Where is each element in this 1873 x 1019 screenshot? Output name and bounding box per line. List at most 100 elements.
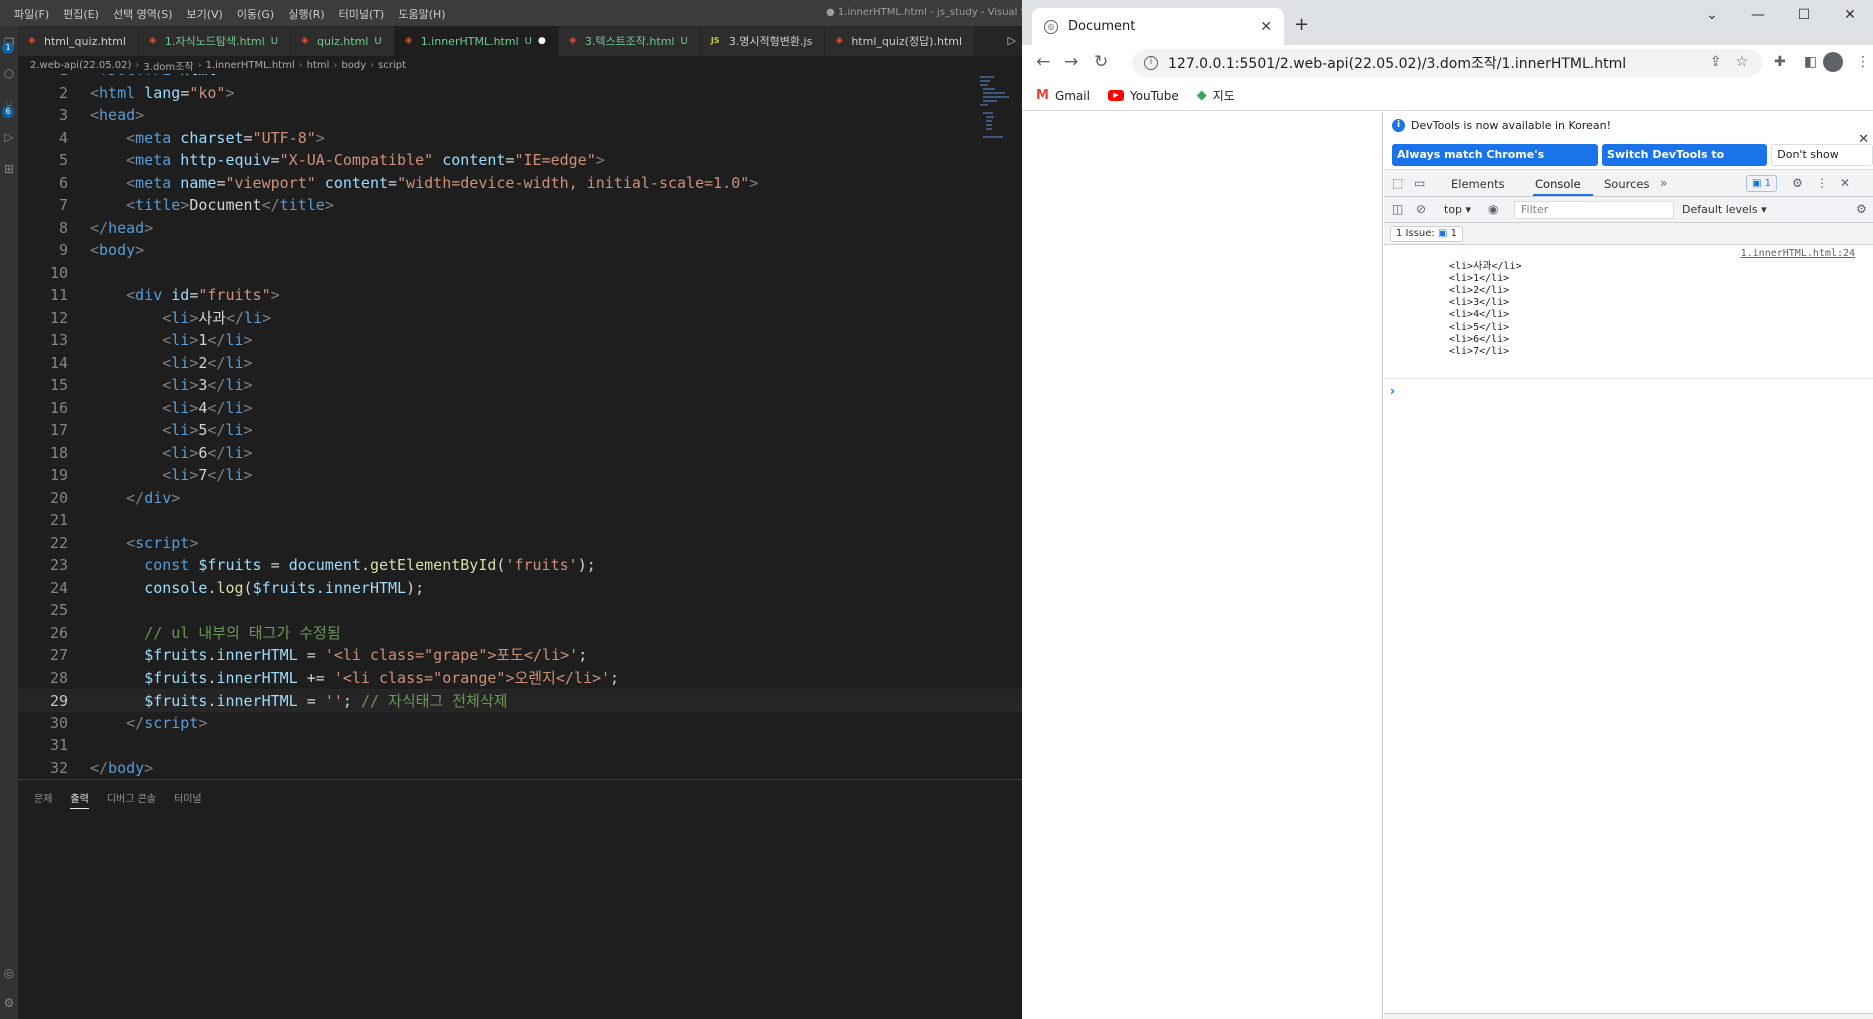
code-editor[interactable]: 1<!DOCTYPE html>2<html lang="ko">3<head>… (18, 74, 1022, 779)
panel-tab[interactable]: 터미널 (174, 790, 202, 809)
minimap[interactable] (980, 74, 1009, 144)
code-line[interactable]: 3 <head> (18, 104, 1022, 127)
menu-item[interactable]: 편집(E) (63, 6, 99, 22)
code-line[interactable]: 14 <li>2</li> (18, 352, 1022, 375)
panel-tab[interactable]: 디버그 콘솔 (107, 790, 156, 809)
code-line[interactable]: 4 <meta charset="UTF-8"> (18, 127, 1022, 150)
editor-tab[interactable]: JS 3.명시적형변환.js (700, 26, 826, 56)
live-expression-eye-icon[interactable]: ◉ (1488, 202, 1498, 216)
breadcrumb-item[interactable]: script (378, 60, 406, 71)
devtools-menu-icon[interactable]: ⋮ (1816, 176, 1828, 190)
unsaved-dot-icon[interactable]: ● (538, 36, 546, 46)
code-line[interactable]: 1 <!DOCTYPE html> (18, 74, 1022, 82)
bookmark-maps[interactable]: ◆ 지도 (1197, 87, 1235, 104)
code-line[interactable]: 23 const $fruits = document.getElementBy… (18, 554, 1022, 577)
switch-to-korean-button[interactable]: Switch DevTools to Korean (1602, 144, 1768, 183)
code-line[interactable]: 8 </head> (18, 217, 1022, 240)
side-panel-icon[interactable]: ◧ (1804, 54, 1817, 70)
close-window-icon[interactable]: ✕ (1827, 0, 1873, 32)
dont-show-again-button[interactable]: Don't show again (1771, 144, 1873, 181)
code-line[interactable]: 22 <script> (18, 532, 1022, 555)
breadcrumb-item[interactable]: body (341, 60, 366, 71)
panel-tab[interactable]: 문제 (34, 790, 52, 809)
code-line[interactable]: 9 <body> (18, 239, 1022, 262)
address-bar[interactable]: i 127.0.0.1:5501/2.web-api(22.05.02)/3.d… (1132, 49, 1762, 77)
context-selector[interactable]: top ▾ (1444, 203, 1471, 216)
panel-tab[interactable]: 출력 (70, 790, 89, 809)
menu-item[interactable]: 보기(V) (186, 6, 222, 22)
code-line[interactable]: 10 (18, 262, 1022, 285)
menu-kebab-icon[interactable]: ⋮ (1856, 54, 1870, 70)
code-line[interactable]: 11 <div id="fruits"> (18, 284, 1022, 307)
tab-sources[interactable]: Sources (1604, 177, 1650, 191)
sidebar-toggle-icon[interactable]: ◫ (1392, 202, 1403, 216)
filter-input[interactable]: Filter (1514, 201, 1674, 219)
code-line[interactable]: 30 </script> (18, 712, 1022, 735)
run-debug-icon[interactable]: ▷ (2, 130, 16, 144)
search-icon[interactable]: ○ (2, 66, 16, 80)
breadcrumb-item[interactable]: 1.innerHTML.html (206, 60, 295, 71)
code-line[interactable]: 26 // ul 내부의 태그가 수정됨 (18, 622, 1022, 645)
code-line[interactable]: 24 console.log($fruits.innerHTML); (18, 577, 1022, 600)
code-line[interactable]: 6 <meta name="viewport" content="width=d… (18, 172, 1022, 195)
account-icon[interactable]: ◎ (2, 966, 16, 980)
editor-tab[interactable]: ◈ quiz.html U (291, 26, 395, 56)
site-info-icon[interactable]: i (1144, 56, 1158, 70)
code-line[interactable]: 27 $fruits.innerHTML = '<li class="grape… (18, 644, 1022, 667)
breadcrumb-item[interactable]: 2.web-api(22.05.02) (30, 60, 131, 71)
editor-tab[interactable]: ◈ 3.텍스트조작.html U (558, 26, 701, 56)
console-prompt[interactable]: › (1390, 384, 1395, 398)
log-source-link[interactable]: 1.innerHTML.html:24 (1741, 248, 1855, 259)
code-line[interactable]: 5 <meta http-equiv="X-UA-Compatible" con… (18, 149, 1022, 172)
issues-button[interactable]: 1 Issue: ▣ 1 (1390, 226, 1463, 242)
share-icon[interactable]: ⇪ (1710, 54, 1722, 70)
extensions-puzzle-icon[interactable]: ✚ (1774, 54, 1786, 70)
profile-avatar[interactable] (1823, 52, 1843, 72)
code-line[interactable]: 7 <title>Document</title> (18, 194, 1022, 217)
menu-item[interactable]: 이동(G) (237, 6, 274, 22)
menu-item[interactable]: 선택 영역(S) (113, 6, 173, 22)
tab-console[interactable]: Console (1535, 177, 1581, 191)
back-icon[interactable]: ← (1036, 52, 1050, 72)
device-toolbar-icon[interactable]: ▭ (1414, 176, 1425, 190)
page-viewport[interactable] (1022, 112, 1383, 1019)
maximize-icon[interactable]: ☐ (1781, 0, 1827, 32)
tab-search-chevron-icon[interactable]: ⌄ (1689, 0, 1735, 32)
code-line[interactable]: 21 (18, 509, 1022, 532)
bookmark-star-icon[interactable]: ☆ (1735, 54, 1748, 70)
settings-gear-icon[interactable]: ⚙ (2, 996, 16, 1010)
run-icon[interactable]: ▷ (1008, 34, 1016, 47)
code-line[interactable]: 2 <html lang="ko"> (18, 82, 1022, 105)
menu-item[interactable]: 터미널(T) (339, 6, 385, 22)
code-line[interactable]: 28 $fruits.innerHTML += '<li class="oran… (18, 667, 1022, 690)
editor-tab[interactable]: ◈ 1.innerHTML.html U ● (394, 26, 559, 56)
clear-console-icon[interactable]: ⊘ (1416, 202, 1426, 216)
editor-tab[interactable]: ◈ html_quiz(정답).html (825, 26, 976, 56)
more-tabs-icon[interactable]: » (1660, 176, 1667, 190)
menu-item[interactable]: 파일(F) (14, 6, 49, 22)
breadcrumb-item[interactable]: html (307, 60, 330, 71)
editor-tab[interactable]: ◈ html_quiz.html (18, 26, 139, 56)
bookmark-gmail[interactable]: M Gmail (1036, 88, 1090, 103)
menu-item[interactable]: 실행(R) (288, 6, 324, 22)
menu-item[interactable]: 도움말(H) (398, 6, 445, 22)
code-line[interactable]: 20 </div> (18, 487, 1022, 510)
tab-elements[interactable]: Elements (1451, 177, 1505, 191)
code-line[interactable]: 15 <li>3</li> (18, 374, 1022, 397)
forward-icon[interactable]: → (1064, 52, 1078, 72)
code-line[interactable]: 16 <li>4</li> (18, 397, 1022, 420)
code-line[interactable]: 17 <li>5</li> (18, 419, 1022, 442)
code-line[interactable]: 31 (18, 734, 1022, 757)
reload-icon[interactable]: ↻ (1094, 52, 1108, 72)
issues-badge[interactable]: ▣ 1 (1746, 175, 1778, 192)
new-tab-icon[interactable]: + (1294, 14, 1309, 35)
log-levels-dropdown[interactable]: Default levels ▾ (1682, 203, 1767, 216)
devtools-settings-icon[interactable]: ⚙ (1792, 176, 1803, 190)
console-settings-icon[interactable]: ⚙ (1856, 202, 1867, 216)
editor-tab[interactable]: ◈ 1.자식노드탐색.html U (138, 26, 292, 56)
code-line[interactable]: 29 $fruits.innerHTML = ''; // 자식태그 전체삭제 (18, 689, 1022, 712)
extensions-icon[interactable]: ⊞ (2, 162, 16, 176)
code-line[interactable]: 18 <li>6</li> (18, 442, 1022, 465)
code-line[interactable]: 32 </body> (18, 757, 1022, 780)
code-line[interactable]: 25 (18, 599, 1022, 622)
